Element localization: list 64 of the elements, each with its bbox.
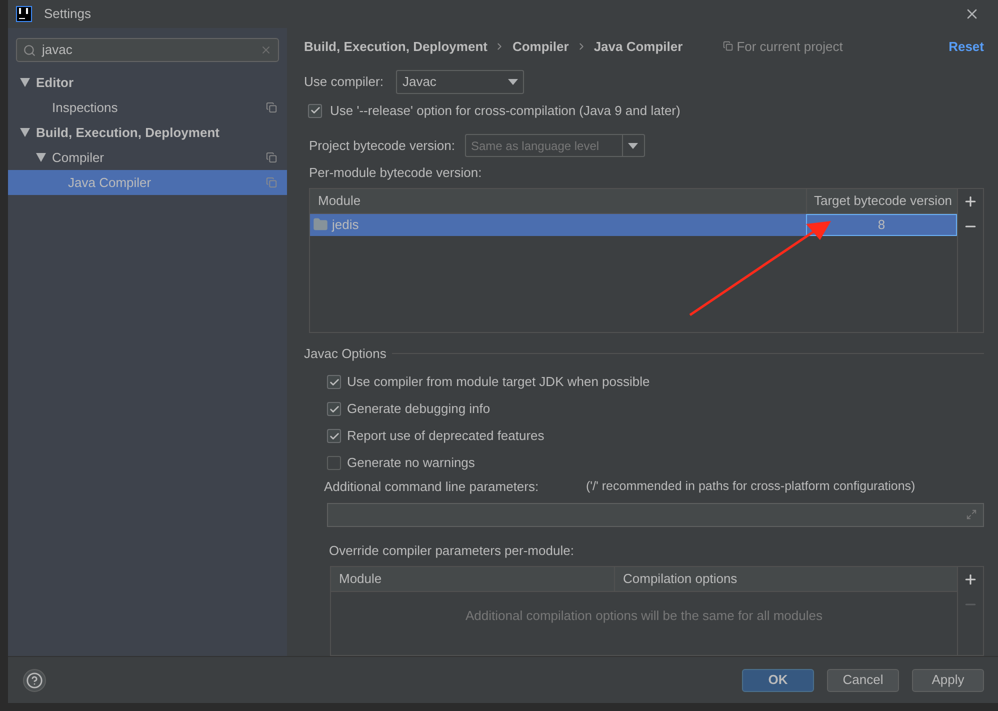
field-label: Additional command line parameters:	[324, 478, 540, 496]
column-header: Module	[317, 192, 362, 210]
window-title: Settings	[44, 5, 91, 24]
tree-label: Java Compiler	[68, 174, 152, 192]
tree-label: Compiler	[52, 148, 104, 167]
breadcrumb-item: Build, Execution, Deployment	[304, 38, 488, 56]
dropdown-arrow-icon	[508, 78, 518, 85]
column-header: Target bytecode version	[806, 188, 957, 213]
tree-label: Editor	[36, 74, 74, 92]
checkbox-label: Report use of deprecated features	[347, 427, 544, 446]
breadcrumb-item: Java Compiler	[594, 38, 683, 56]
search-field[interactable]: javac	[16, 38, 279, 62]
dialog-button[interactable]: Apply	[912, 668, 984, 692]
checkbox[interactable]	[327, 456, 341, 470]
dialog-button[interactable]: Cancel	[827, 668, 899, 692]
checkbox-label: Generate no warnings	[347, 454, 475, 472]
section-label: Per-module bytecode version:	[308, 164, 483, 182]
checkbox[interactable]	[327, 429, 341, 443]
tree-item[interactable]: Build, Execution, Deployment	[8, 120, 287, 145]
checkbox[interactable]	[308, 104, 322, 118]
help-button[interactable]	[23, 668, 46, 692]
breadcrumb-item: Compiler	[512, 38, 569, 56]
tree-item[interactable]: Inspections	[8, 95, 287, 120]
tree-item[interactable]: Java Compiler	[8, 170, 287, 195]
expanded-arrow-icon[interactable]	[20, 128, 30, 137]
app-logo-icon	[16, 6, 32, 22]
ok-button[interactable]: OK	[742, 668, 814, 692]
tree-item[interactable]: Editor	[8, 70, 287, 95]
tree-item[interactable]: Compiler	[8, 145, 287, 170]
check-icon	[310, 105, 320, 116]
dropdown-arrow-icon	[628, 142, 638, 149]
checkbox-label: Use compiler from module target JDK when possible	[347, 373, 650, 392]
empty-table-text: Additional compilation options will be the same for all modules	[466, 607, 822, 625]
compiler-dropdown[interactable]: Javac	[396, 70, 524, 94]
checkbox-label: Generate debugging info	[347, 400, 490, 418]
check-icon	[328, 404, 340, 414]
checkbox-label: Use '--release' option for cross-compilation (Java 9 and later)	[330, 102, 680, 120]
column-header: Compilation options	[614, 567, 957, 591]
tree-label: Build, Execution, Deployment	[36, 124, 220, 142]
tree-label: Inspections	[52, 98, 118, 117]
section-title: Javac Options	[304, 344, 386, 363]
help-icon	[26, 672, 43, 688]
column-header: Module	[338, 570, 383, 588]
field-label: Use compiler:	[304, 73, 384, 92]
reset-link[interactable]: Reset	[948, 36, 984, 56]
checkbox[interactable]	[327, 402, 341, 416]
check-icon	[328, 430, 340, 442]
expanded-arrow-icon[interactable]	[36, 153, 46, 162]
module-folder-icon	[313, 217, 328, 232]
field-label: Project bytecode version:	[309, 137, 455, 156]
hint-text: ('/' recommended in paths for cross-platform configurations)	[586, 478, 916, 496]
section-label: Override compiler parameters per-module:	[329, 542, 575, 560]
add-icon[interactable]	[963, 572, 978, 587]
check-icon	[328, 376, 340, 388]
table-row[interactable]: jedis 8	[310, 214, 957, 236]
search-icon	[23, 44, 36, 56]
add-icon[interactable]	[963, 194, 978, 209]
search-text: javac	[42, 41, 74, 60]
project-scope-icon	[722, 41, 733, 52]
table-cell: jedis	[310, 214, 806, 236]
expanded-arrow-icon[interactable]	[20, 78, 30, 87]
scope-note: For current project	[736, 38, 843, 56]
checkbox[interactable]	[327, 375, 341, 389]
parameters-field[interactable]	[327, 502, 984, 526]
